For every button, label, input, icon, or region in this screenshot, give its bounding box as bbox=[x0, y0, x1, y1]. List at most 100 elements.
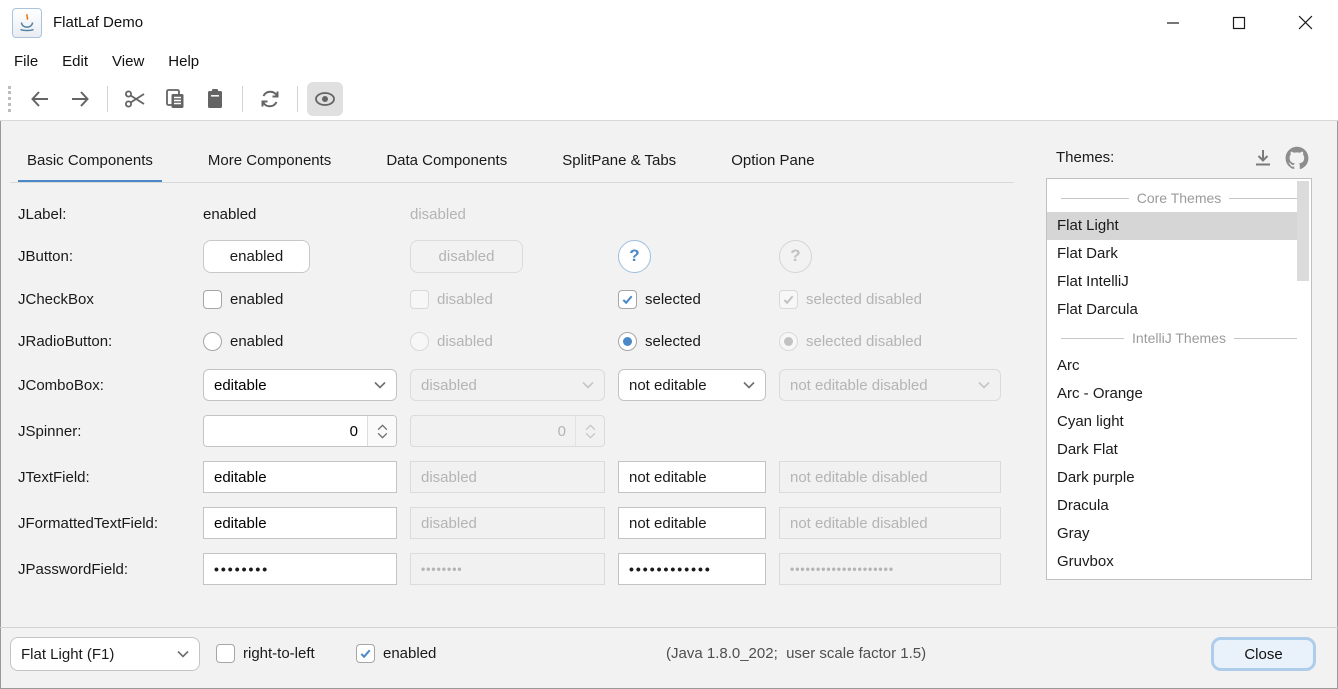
back-button[interactable] bbox=[22, 82, 58, 116]
tab-data-components[interactable]: Data Components bbox=[377, 146, 516, 183]
theme-item-cyan-light[interactable]: Cyan light bbox=[1047, 408, 1311, 436]
formattedtextfield-editable-input[interactable] bbox=[214, 515, 386, 532]
checkbox-checked-icon[interactable] bbox=[618, 290, 637, 309]
radio-selected[interactable]: selected bbox=[618, 332, 766, 351]
enabled-button[interactable]: enabled bbox=[203, 240, 310, 273]
theme-group-separator: Core Themes bbox=[1047, 184, 1311, 212]
checkbox-checked-icon[interactable] bbox=[356, 644, 375, 663]
themes-heading: Themes: bbox=[1056, 149, 1114, 166]
checkbox-selected-disabled: selected disabled bbox=[779, 290, 1001, 309]
chevron-down-icon bbox=[978, 381, 990, 389]
spinner-buttons[interactable] bbox=[367, 416, 396, 446]
jcombobox-row-label: JComboBox: bbox=[18, 377, 190, 394]
show-hosts-toggle-button[interactable] bbox=[307, 82, 343, 116]
paste-button[interactable] bbox=[197, 82, 233, 116]
menu-edit[interactable]: Edit bbox=[50, 48, 100, 75]
tab-basic-components[interactable]: Basic Components bbox=[18, 146, 162, 183]
menu-view[interactable]: View bbox=[100, 48, 156, 75]
enabled-checkbox[interactable]: enabled bbox=[356, 644, 436, 663]
tab-option-pane[interactable]: Option Pane bbox=[722, 146, 823, 183]
theme-item-flat-light[interactable]: Flat Light bbox=[1047, 212, 1297, 240]
formattedtextfield-not-editable[interactable]: not editable bbox=[618, 507, 766, 539]
combobox-not-editable[interactable]: not editable bbox=[618, 369, 766, 401]
spinner-input[interactable] bbox=[204, 416, 367, 446]
textfield-disabled: disabled bbox=[410, 461, 605, 493]
toolbar-separator bbox=[297, 86, 298, 112]
formattedtextfield-editable[interactable] bbox=[203, 507, 397, 539]
combobox-disabled: disabled bbox=[410, 369, 605, 401]
maximize-button[interactable] bbox=[1206, 0, 1272, 45]
checkbox-disabled: disabled bbox=[410, 290, 605, 309]
jlabel-enabled: enabled bbox=[203, 206, 397, 223]
theme-item-flat-intellij[interactable]: Flat IntelliJ bbox=[1047, 268, 1311, 296]
themes-toolbar bbox=[1252, 146, 1309, 170]
theme-item-dracula[interactable]: Dracula bbox=[1047, 492, 1311, 520]
radio-checked-icon bbox=[779, 332, 798, 351]
right-to-left-checkbox[interactable]: right-to-left bbox=[216, 644, 315, 663]
theme-item-arc-orange[interactable]: Arc - Orange bbox=[1047, 380, 1311, 408]
menu-file[interactable]: File bbox=[2, 48, 50, 75]
spinner[interactable] bbox=[203, 415, 397, 447]
lookandfeel-combobox[interactable]: Flat Light (F1) bbox=[10, 637, 200, 671]
menubar: File Edit View Help bbox=[0, 45, 211, 78]
checkbox-enabled[interactable]: enabled bbox=[203, 290, 397, 309]
refresh-icon bbox=[258, 87, 282, 111]
theme-item-gruvbox[interactable]: Gruvbox bbox=[1047, 548, 1311, 576]
textfield-editable[interactable] bbox=[203, 461, 397, 493]
java-app-icon bbox=[12, 8, 42, 38]
checkbox-unchecked-icon[interactable] bbox=[216, 644, 235, 663]
passwordfield-disabled: •••••••• bbox=[410, 553, 605, 585]
checkbox-selected[interactable]: selected bbox=[618, 290, 766, 309]
chevron-down-icon bbox=[743, 381, 755, 389]
toolbar-grip[interactable] bbox=[8, 86, 11, 112]
jradiobutton-row-label: JRadioButton: bbox=[18, 333, 190, 350]
theme-item-arc[interactable]: Arc bbox=[1047, 352, 1311, 380]
chevron-down-icon bbox=[377, 432, 388, 439]
menu-help[interactable]: Help bbox=[156, 48, 211, 75]
copy-button[interactable] bbox=[157, 82, 193, 116]
jcheckbox-row-label: JCheckBox bbox=[18, 291, 190, 308]
minimize-button[interactable] bbox=[1140, 0, 1206, 45]
tab-more-components[interactable]: More Components bbox=[199, 146, 340, 183]
basic-components-panel: JLabel: enabled disabled JButton: enable… bbox=[18, 194, 1001, 592]
download-icon[interactable] bbox=[1252, 147, 1274, 169]
jpasswordfield-row-label: JPasswordField: bbox=[18, 561, 190, 578]
github-icon[interactable] bbox=[1285, 146, 1309, 170]
themes-scrollbar-thumb[interactable] bbox=[1297, 181, 1309, 281]
radio-checked-icon[interactable] bbox=[618, 332, 637, 351]
theme-item-flat-darcula[interactable]: Flat Darcula bbox=[1047, 296, 1311, 324]
radio-enabled[interactable]: enabled bbox=[203, 332, 397, 351]
combobox-editable-input[interactable] bbox=[214, 377, 334, 394]
theme-item-dark-flat[interactable]: Dark Flat bbox=[1047, 436, 1311, 464]
combobox-editable[interactable] bbox=[203, 369, 397, 401]
titlebar: FlatLaf Demo bbox=[0, 0, 1338, 45]
close-button[interactable]: Close bbox=[1211, 637, 1316, 671]
jtextfield-row-label: JTextField: bbox=[18, 469, 190, 486]
forward-button[interactable] bbox=[62, 82, 98, 116]
chevron-down-icon bbox=[582, 381, 594, 389]
theme-item-gray[interactable]: Gray bbox=[1047, 520, 1311, 548]
close-window-button[interactable] bbox=[1272, 0, 1338, 45]
radio-unchecked-icon[interactable] bbox=[203, 332, 222, 351]
refresh-button[interactable] bbox=[252, 82, 288, 116]
radio-unchecked-icon bbox=[410, 332, 429, 351]
jlabel-row-label: JLabel: bbox=[18, 206, 190, 223]
close-icon bbox=[1298, 15, 1313, 30]
chevron-up-icon bbox=[585, 424, 596, 431]
checkbox-unchecked-icon[interactable] bbox=[203, 290, 222, 309]
theme-item-dark-purple[interactable]: Dark purple bbox=[1047, 464, 1311, 492]
theme-item-flat-dark[interactable]: Flat Dark bbox=[1047, 240, 1311, 268]
help-button[interactable]: ? bbox=[618, 240, 651, 273]
textfield-not-editable[interactable]: not editable bbox=[618, 461, 766, 493]
passwordfield-not-editable[interactable]: •••••••••••• bbox=[618, 553, 766, 585]
chevron-up-icon bbox=[377, 424, 388, 431]
minimize-icon bbox=[1166, 16, 1180, 30]
radio-selected-disabled: selected disabled bbox=[779, 332, 1001, 351]
tab-splitpane-tabs[interactable]: SplitPane & Tabs bbox=[553, 146, 685, 183]
tab-divider bbox=[10, 182, 1014, 183]
cut-button[interactable] bbox=[117, 82, 153, 116]
chevron-down-icon bbox=[585, 432, 596, 439]
textfield-not-editable-disabled: not editable disabled bbox=[779, 461, 1001, 493]
textfield-editable-input[interactable] bbox=[214, 469, 386, 486]
passwordfield-editable[interactable]: •••••••• bbox=[203, 553, 397, 585]
